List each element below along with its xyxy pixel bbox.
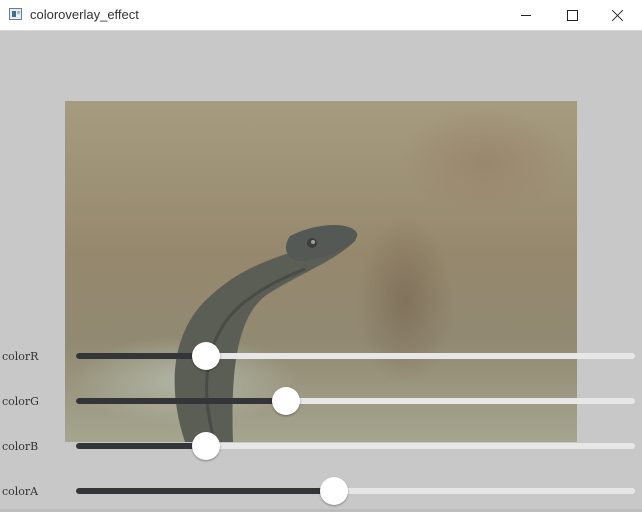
- cobra-image: [174, 225, 358, 442]
- slider-color-r[interactable]: [76, 342, 635, 370]
- close-icon: [612, 9, 624, 21]
- slider-fill: [76, 398, 287, 404]
- slider-fill: [76, 443, 207, 449]
- slider-thumb[interactable]: [319, 477, 348, 505]
- slider-color-g[interactable]: [76, 387, 635, 415]
- slider-label-color-b: colorB: [2, 440, 39, 453]
- slider-color-a[interactable]: [76, 477, 635, 505]
- image-view: [65, 101, 577, 442]
- slider-thumb[interactable]: [272, 387, 301, 415]
- slider-label-color-a: colorA: [2, 485, 39, 498]
- maximize-button[interactable]: [549, 0, 595, 30]
- slider-fill: [76, 488, 334, 494]
- minimize-icon: [521, 14, 531, 16]
- app-icon: [9, 8, 22, 20]
- window-title: coloroverlay_effect: [30, 7, 139, 22]
- maximize-icon: [566, 9, 578, 21]
- close-button[interactable]: [595, 0, 641, 30]
- title-bar: coloroverlay_effect: [0, 0, 642, 31]
- slider-label-color-g: colorG: [2, 395, 39, 408]
- slider-label-color-r: colorR: [2, 350, 39, 363]
- slider-fill: [76, 353, 207, 359]
- slider-thumb[interactable]: [192, 432, 221, 460]
- minimize-button[interactable]: [503, 0, 549, 30]
- slider-color-b[interactable]: [76, 432, 635, 460]
